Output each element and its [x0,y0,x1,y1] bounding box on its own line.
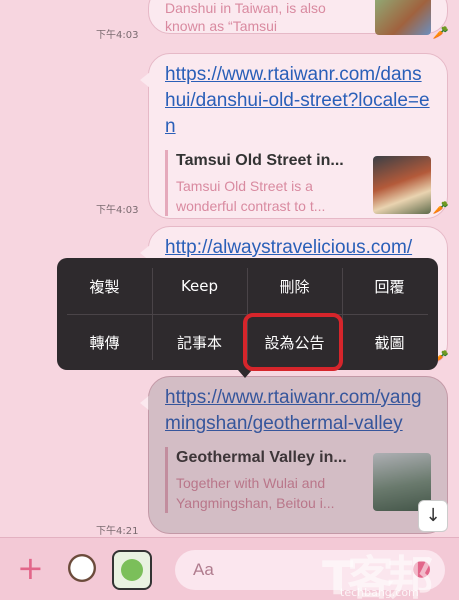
preview-title: Tamsui Old Street in... [176,152,344,169]
link-preview[interactable]: Tamsui Old Street in... Tamsui Old Stree… [165,150,431,216]
bubble-tail [140,72,150,88]
menu-item-screenshot[interactable]: 截圖 [342,314,437,370]
message-text: Danshui in Taiwan, is also known as “Tam… [165,0,326,34]
preview-thumbnail [373,156,431,214]
photo-icon[interactable] [112,550,152,590]
preview-thumbnail [375,0,431,35]
preview-description: Tamsui Old Street is a wonderful contras… [176,178,326,214]
watermark-url: techbang.com [340,586,419,599]
menu-item-reply[interactable]: 回覆 [342,258,437,314]
menu-item-copy[interactable]: 複製 [57,258,152,314]
frog-icon [121,559,143,581]
plus-icon[interactable]: + [17,550,44,586]
menu-item-delete[interactable]: 刪除 [247,258,342,314]
message-time: 下午4:21 [96,526,139,537]
menu-pointer [238,370,252,378]
message-bubble[interactable]: https://www.rtaiwanr.com/danshui/danshui… [140,53,448,219]
menu-item-forward[interactable]: 轉傳 [57,314,152,370]
carrot-icon: 🥕 [432,201,449,216]
message-time: 下午4:03 [96,30,139,41]
menu-item-note[interactable]: 記事本 [152,314,247,370]
highlight-box [243,313,343,371]
scroll-down-button[interactable]: ↓ [418,500,448,532]
selection-overlay [148,376,448,534]
sticker-icon[interactable] [62,550,102,590]
message-time: 下午4:03 [96,205,139,216]
carrot-icon: 🥕 [432,26,449,41]
message-bubble[interactable]: Danshui in Taiwan, is also known as “Tam… [148,0,448,35]
message-link[interactable]: https://www.rtaiwanr.com/danshui/danshui… [165,62,431,140]
menu-item-keep[interactable]: Keep [152,258,247,314]
